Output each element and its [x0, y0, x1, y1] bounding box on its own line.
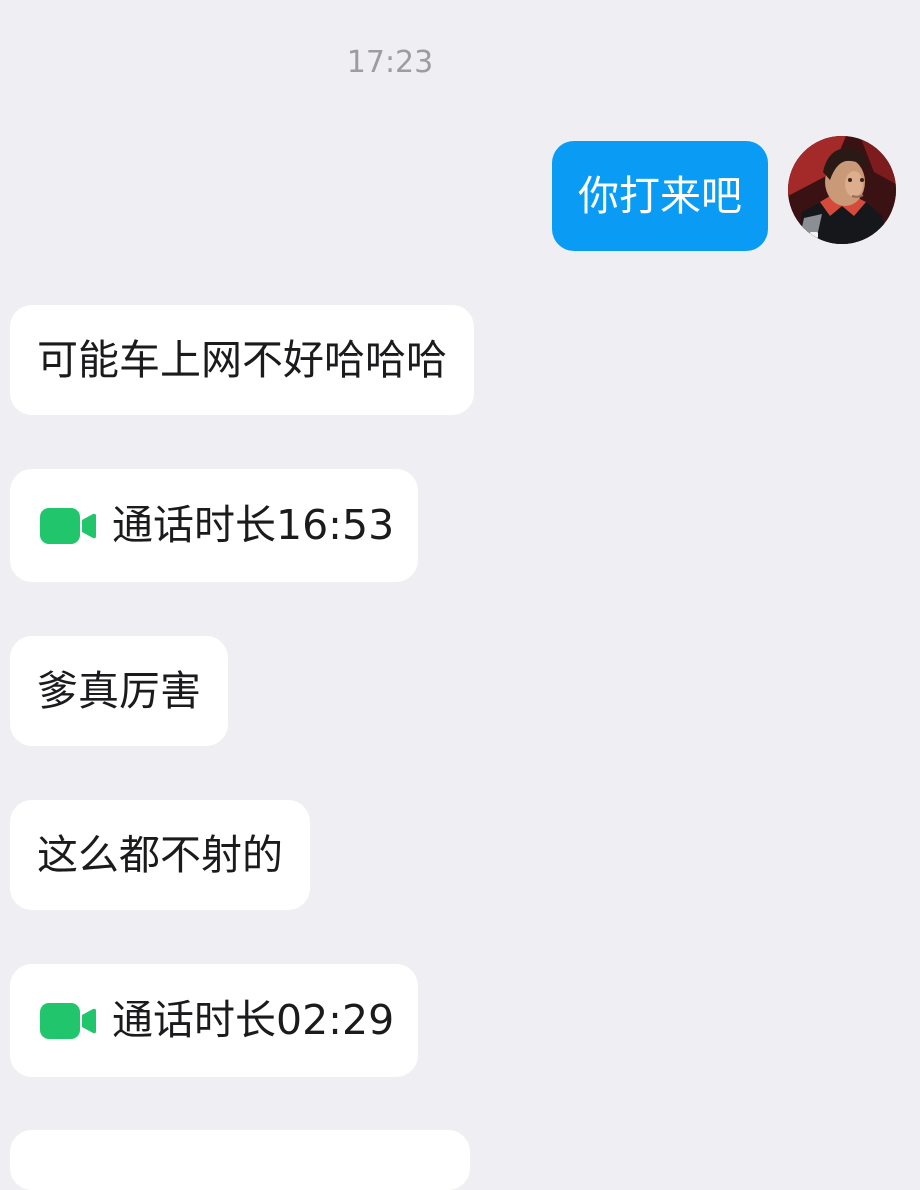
user-avatar[interactable] [788, 136, 896, 244]
avatar-photo [788, 136, 896, 244]
video-camera-icon [40, 1002, 96, 1039]
outgoing-message-bubble[interactable]: 你打来吧 [552, 141, 768, 251]
video-call-record[interactable]: 通话时长02:29 [10, 964, 419, 1077]
call-duration-text: 通话时长02:29 [112, 996, 395, 1044]
incoming-message-bubble[interactable]: 可能车上网不好哈哈哈 [10, 305, 474, 415]
incoming-message-bubble[interactable]: 爹真厉害 [10, 636, 228, 746]
message-text: 可能车上网不好哈哈哈 [37, 336, 447, 384]
message-text: 爹真厉害 [37, 667, 201, 715]
message-text: 你打来吧 [578, 172, 742, 220]
video-call-record[interactable]: 通话时长16:53 [10, 469, 419, 582]
incoming-message-bubble[interactable]: 这么都不射的 [10, 800, 310, 910]
call-duration-text: 通话时长16:53 [112, 501, 395, 549]
message-timestamp: 17:23 [346, 45, 434, 80]
message-text: 这么都不射的 [37, 831, 283, 879]
video-camera-icon [40, 507, 96, 544]
incoming-message-bubble-partial[interactable] [10, 1130, 470, 1190]
